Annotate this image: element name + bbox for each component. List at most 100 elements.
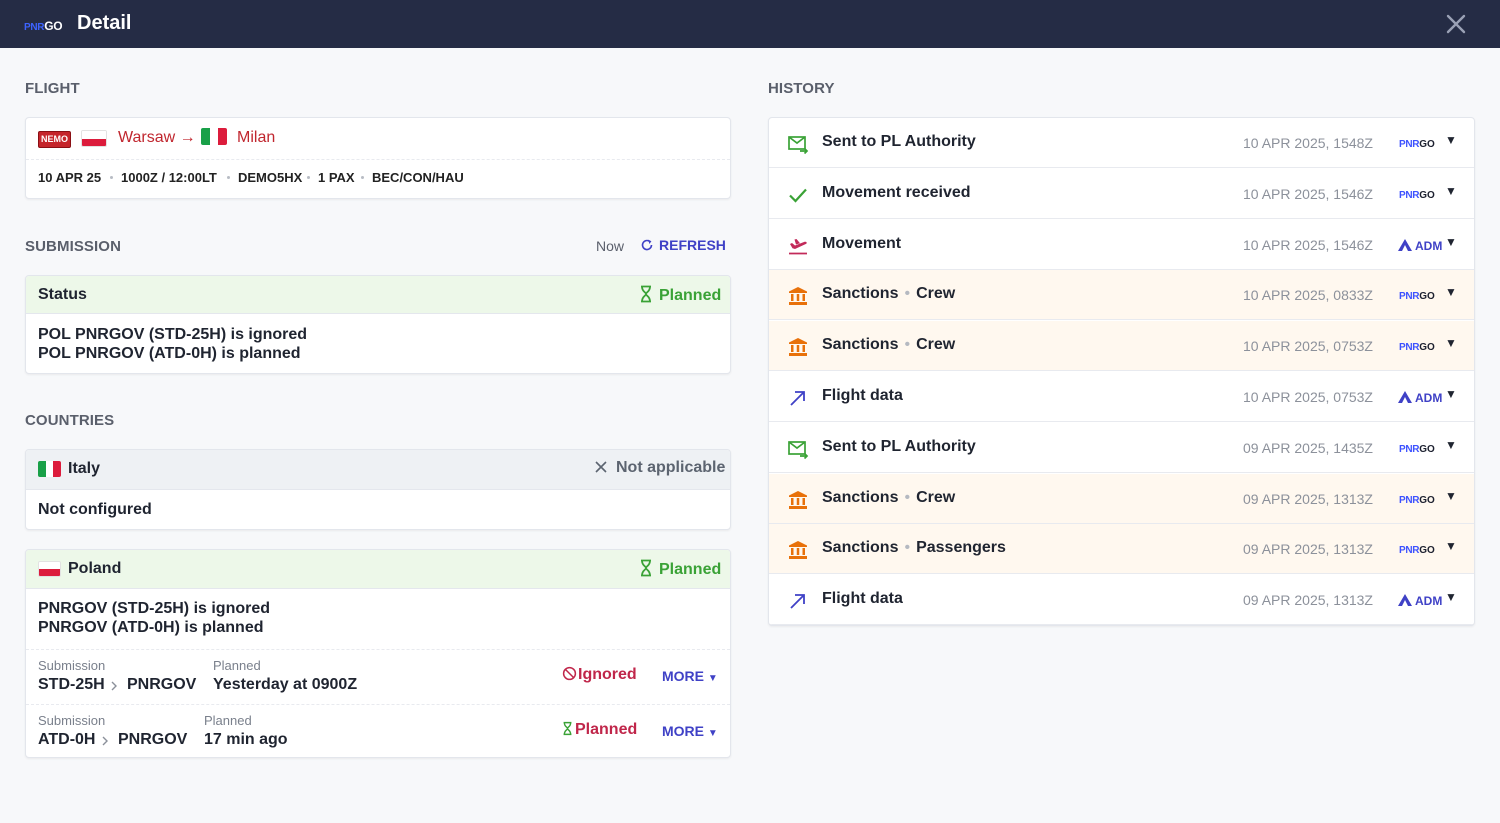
- pax-count: 1 PAX: [318, 170, 355, 185]
- caret-down-icon[interactable]: ▼: [1445, 133, 1457, 147]
- separator-dot: •: [904, 488, 911, 506]
- submission-from: ATD-0H: [38, 731, 96, 748]
- adm-source: ADM: [1397, 594, 1442, 608]
- page-title: Detail: [77, 12, 132, 34]
- country-card-italy: Italy Not applicable Not configured: [25, 449, 731, 530]
- separator-dot: [227, 176, 230, 179]
- close-icon[interactable]: [1444, 12, 1468, 36]
- poland-header: Poland Planned: [26, 550, 730, 589]
- caret-down-icon[interactable]: ▼: [1445, 336, 1457, 350]
- country-name: Poland: [68, 560, 122, 577]
- history-row[interactable]: Sanctions • Crew 10 APR 2025, 0833Z PNRGO ▼: [769, 270, 1474, 321]
- history-time: 10 APR 2025, 0753Z: [1243, 389, 1373, 405]
- chevron-right-icon: [111, 681, 117, 691]
- submission-line: POL PNRGOV (ATD-0H) is planned: [38, 345, 301, 362]
- caret-down-icon[interactable]: ▼: [1445, 590, 1457, 604]
- history-time: 10 APR 2025, 1548Z: [1243, 135, 1373, 151]
- submission-label: Submission: [38, 658, 106, 673]
- history-row[interactable]: Movement 10 APR 2025, 1546Z ADM ▼: [769, 220, 1474, 270]
- italy-flag-icon: [38, 461, 61, 477]
- planned-label: Planned: [204, 713, 252, 728]
- caret-down-icon[interactable]: ▼: [1445, 285, 1457, 299]
- history-row[interactable]: Sanctions • Crew 09 APR 2025, 1313Z PNRGO ▼: [769, 473, 1474, 524]
- arrow-up-right-icon: [787, 590, 809, 612]
- destination-city: Milan: [237, 129, 276, 146]
- history-label: Flight data: [822, 387, 903, 404]
- history-row[interactable]: Sent to PL Authority 09 APR 2025, 1435Z PN…: [769, 423, 1474, 473]
- caret-down-icon[interactable]: ▼: [1445, 387, 1457, 401]
- history-section-title: HISTORY: [768, 80, 835, 97]
- arrow-up-right-icon: [787, 387, 809, 409]
- italy-body: Not configured: [38, 501, 152, 518]
- countries-section-title: COUNTRIES: [25, 412, 115, 429]
- caret-down-icon: ▼: [707, 728, 718, 739]
- history-sub-label: Crew: [916, 336, 956, 354]
- pnrgo-source-logo: PNRGO: [1399, 291, 1435, 303]
- submission-to: PNRGOV: [127, 676, 197, 693]
- last-updated-label: Now: [596, 238, 625, 254]
- planned-value: Yesterday at 0900Z: [213, 676, 358, 693]
- bank-icon: [787, 285, 809, 307]
- italy-header: Italy Not applicable: [26, 450, 730, 490]
- history-time: 09 APR 2025, 1435Z: [1243, 439, 1373, 456]
- hourglass-icon: [641, 285, 651, 303]
- history-row[interactable]: Flight data 09 APR 2025, 1313Z ADM ▼: [769, 575, 1474, 625]
- history-time: 09 APR 2025, 1313Z: [1243, 490, 1373, 507]
- caret-down-icon[interactable]: ▼: [1445, 184, 1457, 198]
- divider: [26, 159, 730, 160]
- caret-down-icon[interactable]: ▼: [1445, 539, 1457, 553]
- flight-card: NEMO Warsaw → Milan 10 APR 25 1000Z / 12…: [25, 117, 731, 199]
- refresh-icon: [641, 239, 653, 251]
- more-button[interactable]: MORE ▼: [662, 668, 718, 684]
- pnrgo-source-logo: PNRGO: [1399, 545, 1435, 557]
- history-row[interactable]: Sanctions • Passengers 09 APR 2025, 1313Z PN…: [769, 524, 1474, 575]
- poland-flag-icon: [38, 561, 61, 577]
- caret-down-icon[interactable]: ▼: [1445, 235, 1457, 249]
- history-time: 09 APR 2025, 1313Z: [1243, 592, 1373, 609]
- poland-line: PNRGOV (STD-25H) is ignored: [38, 600, 271, 617]
- close-icon: [595, 461, 607, 473]
- refresh-button[interactable]: REFRESH: [640, 237, 726, 253]
- history-row[interactable]: Sent to PL Authority 10 APR 2025, 1548Z PN…: [769, 118, 1474, 168]
- history-row[interactable]: Movement received 10 APR 2025, 1546Z PNRGO…: [769, 169, 1474, 219]
- separator-dot: •: [904, 336, 911, 354]
- caret-down-icon[interactable]: ▼: [1445, 489, 1457, 503]
- submission-status-card: Status Planned POL PNRGOV (STD-25H) is i…: [25, 275, 731, 374]
- separator-dot: •: [904, 285, 911, 303]
- adm-logo-icon: [1398, 391, 1412, 403]
- submission-from: STD-25H: [38, 676, 105, 693]
- status-label: Status: [38, 286, 87, 303]
- separator-dot: [307, 176, 310, 179]
- history-list: Sent to PL Authority 10 APR 2025, 1548Z PN…: [768, 117, 1475, 626]
- block-icon: [562, 666, 577, 681]
- more-button[interactable]: MORE ▼: [662, 723, 718, 739]
- flight-section-title: FLIGHT: [25, 80, 80, 97]
- flight-number: DEMO5HX: [238, 170, 303, 185]
- history-time: 10 APR 2025, 1546Z: [1243, 236, 1373, 253]
- hourglass-icon: [641, 559, 651, 577]
- caret-down-icon[interactable]: ▼: [1445, 438, 1457, 452]
- history-row[interactable]: Sanctions • Crew 10 APR 2025, 0753Z PNRGO ▼: [769, 321, 1474, 372]
- submission-label: Submission: [38, 713, 106, 728]
- history-label: Sanctions • Crew: [822, 488, 956, 506]
- pnrgo-source-logo: PNRGO: [1399, 139, 1435, 150]
- history-label: Movement received: [822, 183, 971, 201]
- status-header: Status Planned: [26, 276, 730, 314]
- history-time: 09 APR 2025, 1313Z: [1243, 541, 1373, 558]
- history-row[interactable]: Flight data 10 APR 2025, 0753Z ADM ▼: [769, 372, 1474, 422]
- history-label: Movement: [822, 234, 902, 252]
- history-sub-label: Crew: [916, 285, 956, 303]
- separator-dot: [361, 176, 364, 179]
- check-icon: [787, 184, 809, 206]
- adm-source: ADM: [1397, 391, 1442, 405]
- history-label: Flight data: [822, 590, 903, 608]
- status-planned: Planned: [562, 721, 637, 739]
- history-time: 10 APR 2025, 1546Z: [1243, 185, 1373, 202]
- history-label: Sanctions • Crew: [822, 285, 956, 303]
- bank-icon: [787, 489, 809, 511]
- country-name: Italy: [68, 460, 101, 477]
- poland-line: PNRGOV (ATD-0H) is planned: [38, 619, 264, 636]
- mail-sent-icon: [787, 438, 809, 460]
- caret-down-icon: ▼: [707, 673, 718, 684]
- history-label: Sanctions • Passengers: [822, 539, 1006, 557]
